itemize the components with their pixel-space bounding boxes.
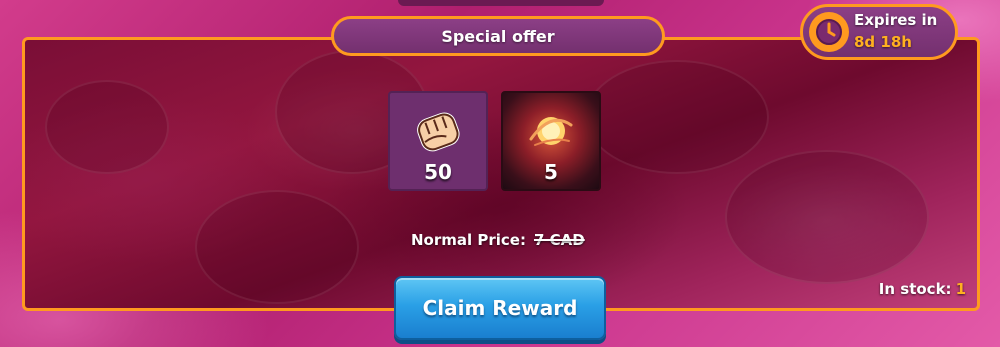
fire-orb-icon <box>521 101 581 165</box>
background-blob <box>725 150 929 284</box>
top-tab-edge <box>398 0 604 6</box>
claim-reward-label: Claim Reward <box>422 296 578 320</box>
fist-icon <box>410 103 466 163</box>
stock-value: 1 <box>955 280 966 298</box>
offer-title: Special offer <box>331 16 665 56</box>
reward-item-fist: 50 <box>388 91 488 191</box>
normal-price-label: Normal Price: <box>411 231 526 249</box>
old-price-value: 7 CAD <box>533 231 585 249</box>
expires-label: Expires in <box>854 11 938 29</box>
expires-value: 8d 18h <box>854 33 912 51</box>
expiry-timer: Expires in 8d 18h <box>800 4 958 60</box>
stock-indicator: In stock: 1 <box>879 280 966 298</box>
claim-reward-button[interactable]: Claim Reward <box>394 276 606 340</box>
stock-label: In stock: <box>878 280 952 298</box>
background-blob <box>45 80 169 174</box>
background-blob <box>585 60 769 174</box>
reward-count: 5 <box>544 160 558 184</box>
normal-price: Normal Price: 7 CAD <box>411 231 585 249</box>
reward-item-orb: 5 <box>501 91 601 191</box>
offer-title-text: Special offer <box>441 26 555 46</box>
background-blob <box>195 190 359 304</box>
clock-icon <box>809 12 849 52</box>
reward-count: 50 <box>424 160 452 184</box>
